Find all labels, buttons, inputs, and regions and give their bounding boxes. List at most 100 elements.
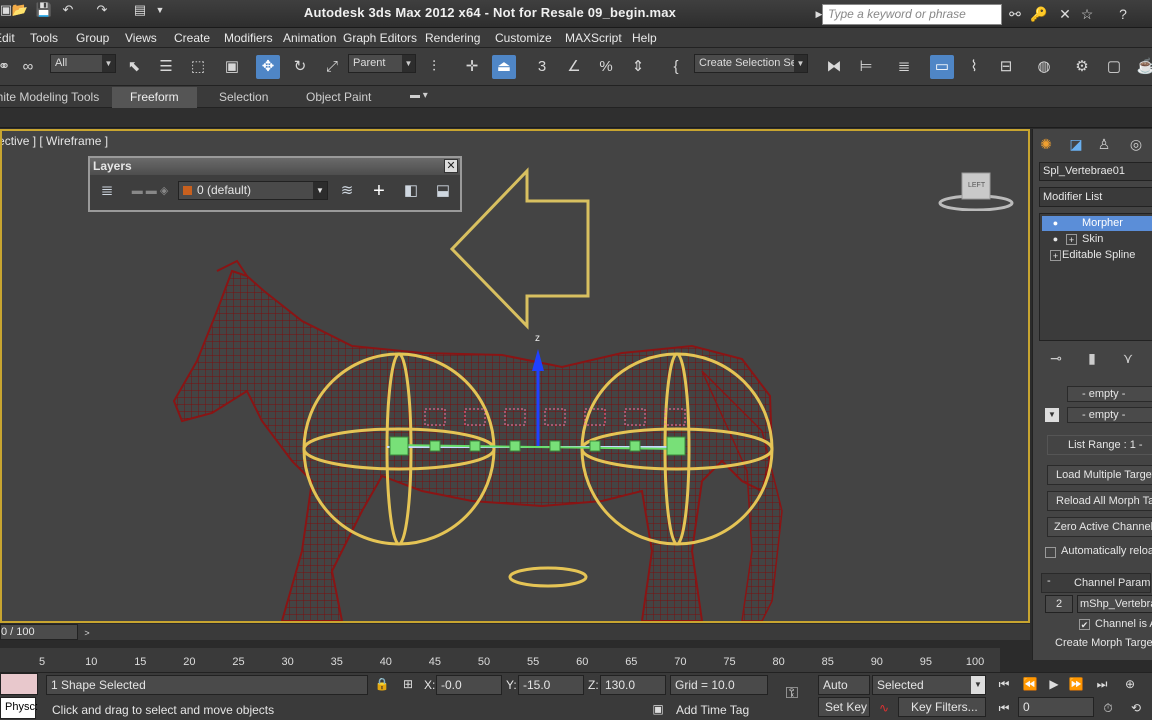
hierarchy-tab-icon[interactable]: ♙ (1093, 133, 1115, 155)
time-slider[interactable]: 0 / 100 (0, 624, 78, 640)
angle-snap-icon[interactable]: ∠ (562, 55, 586, 79)
x-coordinate-field[interactable]: -0.0 (436, 675, 502, 695)
unlink-icon[interactable]: ⚭ (0, 55, 16, 79)
tab-selection[interactable]: Selection (219, 90, 268, 104)
zero-active-channel-button[interactable]: Zero Active Channel Values (1047, 517, 1152, 537)
pin-stack-icon[interactable]: ⊸ (1045, 347, 1067, 369)
channel-empty-2[interactable]: - empty - (1067, 407, 1152, 423)
bind-space-warp-icon[interactable]: ∞ (16, 55, 40, 79)
selection-lock-icon[interactable]: 🔒 (372, 675, 392, 693)
curve-editor-icon[interactable]: ⌇ (962, 55, 986, 79)
selection-filter-dropdown[interactable]: All ▼ (50, 54, 116, 73)
select-object-icon[interactable]: ⬉ (122, 55, 146, 79)
orbit-icon[interactable]: ⟲ (1126, 699, 1146, 717)
time-tag-icon[interactable]: ▣ (648, 700, 668, 718)
add-to-layer-icon[interactable]: + (368, 180, 390, 202)
set-key-button[interactable]: Set Key (818, 697, 870, 717)
set-key-icon[interactable]: ⚿ (782, 685, 802, 703)
align-icon[interactable]: ⊨ (854, 55, 878, 79)
load-multiple-targets-button[interactable]: Load Multiple Targets (1047, 465, 1152, 485)
communication-center-icon[interactable]: ✕ (1056, 5, 1074, 23)
menu-tools[interactable]: Tools (30, 31, 58, 45)
select-and-scale-icon[interactable]: ⤢ (320, 55, 344, 79)
next-frame-arrow-icon[interactable]: > (80, 626, 94, 640)
menu-help[interactable]: Help (632, 31, 657, 45)
favorites-star-icon[interactable]: ☆ (1078, 5, 1096, 23)
menu-maxscript[interactable]: MAXScript (565, 31, 622, 45)
spinner-snap-icon[interactable]: ⇕ (626, 55, 650, 79)
show-end-result-icon[interactable]: ▮ (1081, 347, 1103, 369)
snaps-toggle-icon[interactable]: 3 (530, 55, 554, 79)
make-unique-icon[interactable]: ⋎ (1117, 347, 1139, 369)
go-to-end-icon[interactable]: ⏭ (1092, 675, 1112, 693)
lightbulb-icon[interactable]: ● (1050, 218, 1061, 229)
ribbon-options-icon[interactable]: ▬ ▾ (410, 90, 428, 101)
material-editor-icon[interactable]: ◍ (1032, 55, 1056, 79)
mirror-icon[interactable]: ⧓ (822, 55, 846, 79)
channel-empty-1[interactable]: - empty - (1067, 386, 1152, 402)
lightbulb-icon[interactable]: ● (1050, 234, 1061, 245)
time-slider-track[interactable] (0, 624, 1030, 640)
expand-icon[interactable]: + (1050, 250, 1061, 261)
current-frame-field[interactable]: 0 (1018, 697, 1094, 717)
time-configuration-icon[interactable]: ⏱ (1098, 699, 1118, 717)
channel-active-checkbox[interactable]: ✔ (1079, 619, 1090, 630)
key-mode-toggle-icon[interactable]: ⏮ (994, 699, 1014, 717)
menu-rendering[interactable]: Rendering (425, 31, 480, 45)
auto-reload-checkbox[interactable] (1045, 547, 1056, 558)
key-filters-button[interactable]: Key Filters... (898, 697, 986, 717)
named-selection-set-dropdown[interactable]: Create Selection Set ▼ (694, 54, 808, 73)
new-layer-icon[interactable]: ≋ (336, 180, 358, 202)
reload-all-morph-targets-button[interactable]: Reload All Morph Targets (1047, 491, 1152, 511)
schematic-view-icon[interactable]: ⊟ (994, 55, 1018, 79)
maxscript-listener-mini[interactable] (0, 673, 38, 695)
graphite-ribbon-icon[interactable]: ▭ (930, 55, 954, 79)
pivot-center-icon[interactable]: ⫶ (422, 55, 446, 79)
menu-animation[interactable]: Animation (283, 31, 336, 45)
menu-group[interactable]: Group (76, 31, 109, 45)
select-by-name-icon[interactable]: ☰ (154, 55, 178, 79)
percent-snap-icon[interactable]: % (594, 55, 618, 79)
menu-create[interactable]: Create (174, 31, 210, 45)
select-in-layer-icon[interactable]: ◧ (400, 180, 422, 202)
menu-modifiers[interactable]: Modifiers (224, 31, 273, 45)
auto-key-button[interactable]: Auto Key (818, 675, 870, 710)
menu-graph-editors[interactable]: Graph Editors (343, 31, 417, 45)
select-and-manipulate-icon[interactable]: ✛ (460, 55, 484, 79)
set-current-layer-icon[interactable]: ⬓ (432, 180, 454, 202)
collapse-rollout-icon[interactable]: - (1047, 575, 1051, 587)
object-name-field[interactable]: Spl_Vertebrae01 (1039, 162, 1152, 181)
stack-item-editable-spline[interactable]: + Editable Spline (1042, 248, 1152, 263)
current-layer-dropdown[interactable]: 0 (default) ▼ (178, 181, 328, 200)
window-crossing-icon[interactable]: ▣ (220, 55, 244, 79)
render-teapot-icon[interactable]: ☕ (1134, 55, 1152, 79)
quick-access-dropdown-icon[interactable]: ▼ (150, 0, 170, 20)
scroll-down-icon[interactable]: ▼ (1045, 408, 1059, 422)
root-control-circle[interactable] (508, 566, 588, 588)
menu-edit[interactable]: Edit (0, 31, 15, 45)
menu-views[interactable]: Views (125, 31, 157, 45)
close-icon[interactable]: ✕ (444, 159, 458, 173)
stack-item-morpher[interactable]: ● Morpher (1042, 216, 1152, 231)
binoculars-icon[interactable]: ⚯ (1006, 5, 1024, 23)
absolute-mode-icon[interactable]: ⊞ (398, 675, 418, 693)
layer-manager-icon[interactable]: ≣ (96, 180, 118, 202)
layer-state-icons[interactable]: ▬ ▬ ◈ (126, 180, 174, 202)
zoom-icon[interactable]: ⊕ (1120, 675, 1140, 693)
open-file-icon[interactable]: 📂 (10, 0, 30, 20)
select-and-rotate-icon[interactable]: ↻ (288, 55, 312, 79)
channel-parameters-rollout[interactable]: Channel Parameters (1041, 573, 1151, 593)
menu-customize[interactable]: Customize (495, 31, 552, 45)
help-icon[interactable]: ? (1114, 5, 1132, 23)
layer-manager-icon[interactable]: ≣ (892, 55, 916, 79)
key-curve-icon[interactable]: ∿ (874, 699, 894, 717)
previous-frame-icon[interactable]: ⏪ (1020, 675, 1040, 693)
edit-named-selection-icon[interactable]: { (664, 55, 688, 79)
create-tab-icon[interactable]: ✺ (1035, 133, 1057, 155)
y-coordinate-field[interactable]: -15.0 (518, 675, 584, 695)
project-folder-icon[interactable]: ▤ (130, 0, 150, 20)
rendered-frame-window-icon[interactable]: ▢ (1102, 55, 1126, 79)
channel-name-field[interactable]: mShp_Vertebrae (1077, 595, 1152, 613)
render-setup-icon[interactable]: ⚙ (1070, 55, 1094, 79)
redo-icon[interactable]: ↷ (92, 0, 112, 20)
